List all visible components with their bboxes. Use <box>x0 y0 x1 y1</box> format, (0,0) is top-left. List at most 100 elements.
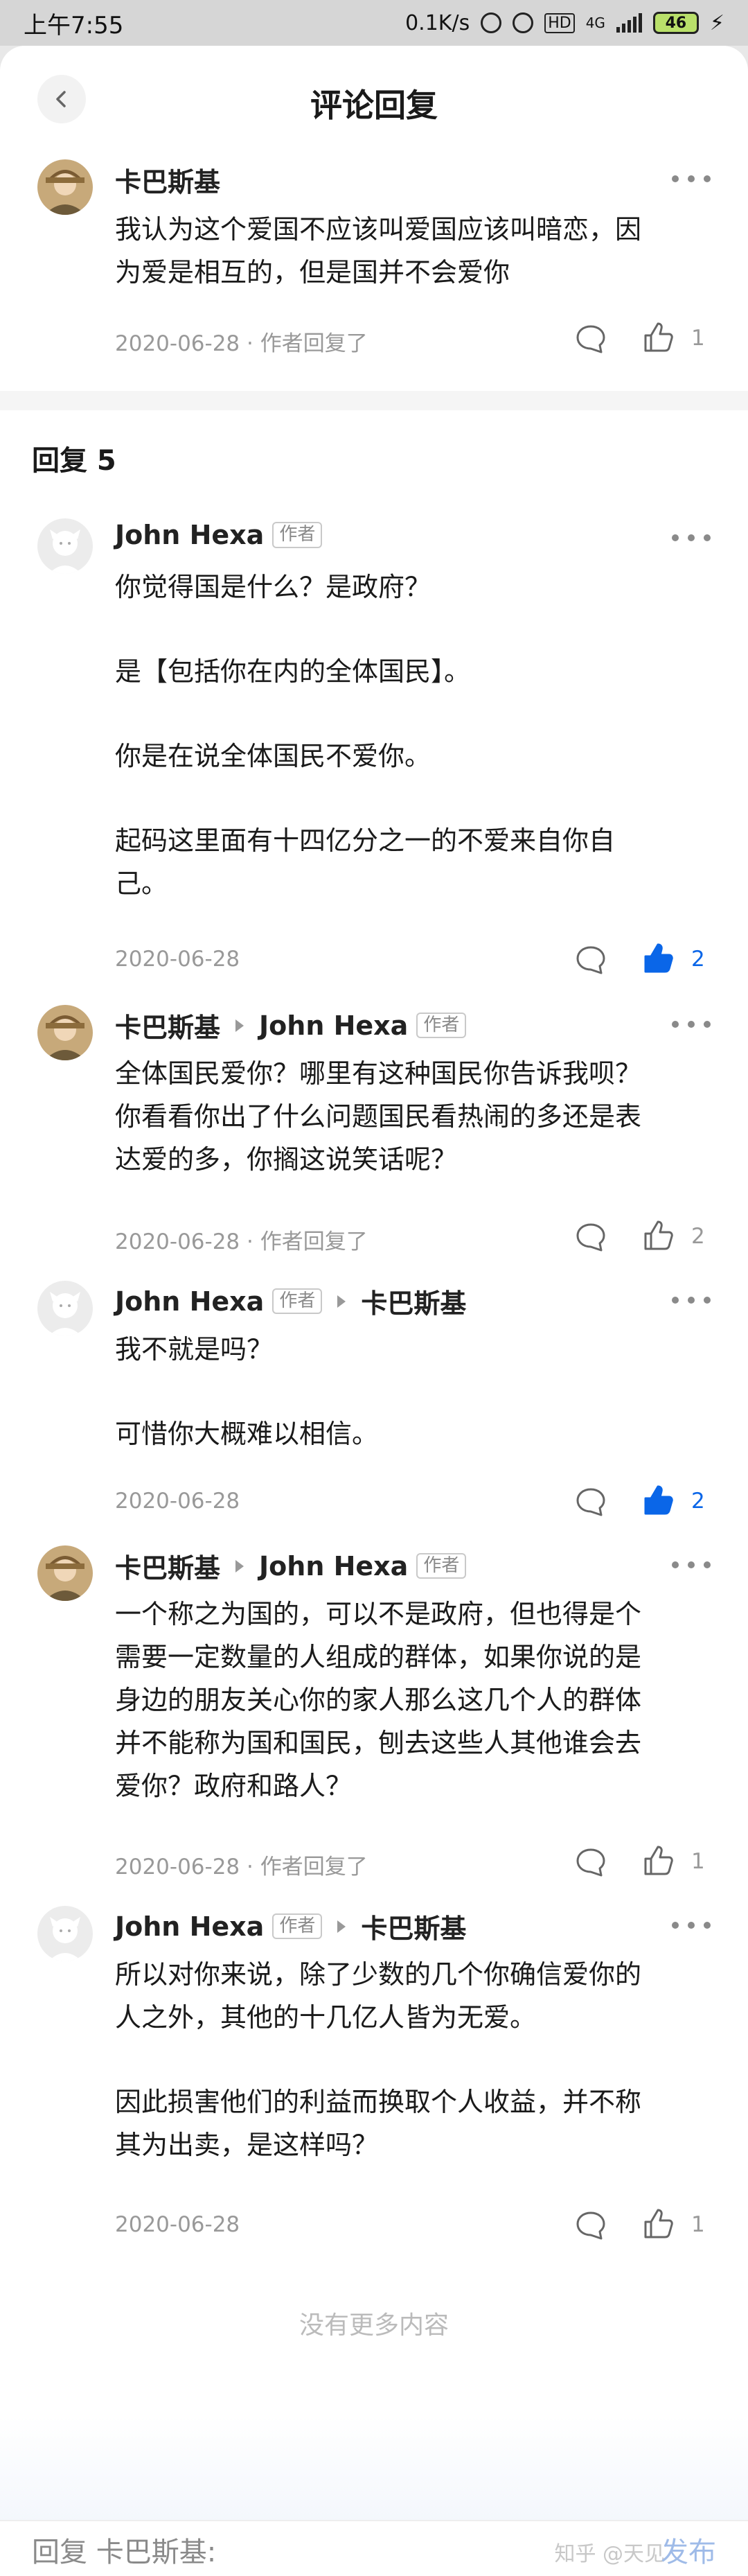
mute-icon <box>481 12 502 33</box>
reply-meta: 2020-06-28 · 作者回复了 <box>115 1855 368 1880</box>
reply-line: 一个称之为国的，可以不是政府，但也得是个 <box>115 1599 642 1629</box>
comment-author[interactable]: 卡巴斯基 <box>115 161 220 199</box>
reply-line: 你觉得国是什么？是政府？ <box>115 572 431 602</box>
reply-line: 身边的朋友关心你的家人那么这几个人的群体 <box>115 1685 642 1715</box>
more-options-button[interactable] <box>672 1293 711 1307</box>
comment-text: 我认为这个爱国不应该叫爱国应该叫暗恋，因 为爱是相互的，但是国并不会爱你 <box>115 208 697 294</box>
reply-line: 你是在说全体国民不爱你。 <box>115 741 431 771</box>
reply-to-name[interactable]: 卡巴斯基 <box>361 1907 466 1945</box>
more-options-button[interactable] <box>672 1558 711 1572</box>
reply-line: 其为出卖，是这样吗？ <box>115 2130 379 2160</box>
like-button[interactable] <box>641 1483 675 1516</box>
like-count: 1 <box>691 326 705 351</box>
reply-meta: 2020-06-28 <box>115 2212 240 2237</box>
no-more-content: 没有更多内容 <box>299 2311 449 2340</box>
author-name[interactable]: John Hexa <box>115 1911 264 1942</box>
reply-text: 全体国民爱你？哪里有这种国民你告诉我呗？ 你看看你出了什么问题国民看热闹的多还是… <box>115 1052 697 1181</box>
reply-button[interactable] <box>575 944 607 976</box>
like-button[interactable] <box>641 1843 675 1877</box>
reply-author[interactable]: 卡巴斯基 John Hexa 作者 <box>115 1006 467 1044</box>
more-options-button[interactable] <box>672 1017 711 1031</box>
reply-meta: 2020-06-28 <box>115 1489 240 1514</box>
reply-meta: 2020-06-28 <box>115 947 240 972</box>
reply-button[interactable] <box>575 1221 607 1253</box>
reply-line: 爱你？政府和路人？ <box>115 1771 353 1801</box>
replies-section-title: 回复 5 <box>32 445 116 477</box>
more-options-button[interactable] <box>672 172 711 186</box>
author-name[interactable]: 卡巴斯基 <box>115 1006 220 1044</box>
reply-meta: 2020-06-28 · 作者回复了 <box>115 1229 368 1254</box>
status-time: 上午7:55 <box>24 11 124 40</box>
author-badge: 作者 <box>272 522 323 548</box>
reply-line: 己。 <box>115 868 168 899</box>
author-badge: 作者 <box>416 1552 467 1579</box>
reply-line: 起码这里面有十四亿分之一的不爱来自你自 <box>115 825 616 856</box>
more-options-button[interactable] <box>672 531 711 545</box>
reply-to-name[interactable]: 卡巴斯基 <box>361 1282 466 1320</box>
send-button[interactable]: 发布 <box>661 2530 716 2570</box>
reply-to-arrow-icon <box>235 1019 244 1032</box>
reply-text: 我不就是吗？ 可惜你大概难以相信。 <box>115 1328 697 1455</box>
avatar[interactable] <box>37 1005 93 1060</box>
reply-line: 我不就是吗？ <box>115 1334 274 1365</box>
reply-button[interactable] <box>575 2209 607 2241</box>
avatar[interactable] <box>37 1545 93 1601</box>
alarm-icon <box>513 12 534 33</box>
charging-icon: ⚡ <box>709 10 724 35</box>
like-count: 1 <box>691 1849 705 1874</box>
author-name[interactable]: 卡巴斯基 <box>115 1547 220 1585</box>
avatar[interactable] <box>37 1906 93 1961</box>
reply-bar: 回复 卡巴斯基: 知乎 @天见 发布 <box>0 2520 748 2576</box>
reply-to-arrow-icon <box>337 1920 346 1933</box>
reply-line: 人之外，其他的十几亿人皆为无爱。 <box>115 2002 537 2033</box>
reply-line: 并不能称为国和国民，刨去这些人其他谁会去 <box>115 1728 642 1758</box>
avatar[interactable] <box>37 518 93 574</box>
reply-line: 所以对你来说，除了少数的几个你确信爱你的 <box>115 1959 642 1990</box>
avatar[interactable] <box>37 1281 93 1336</box>
reply-line <box>115 1371 697 1412</box>
reply-line <box>115 778 697 819</box>
reply-to-name[interactable]: John Hexa <box>259 1551 408 1581</box>
like-count: 2 <box>691 947 705 972</box>
like-count: 1 <box>691 2212 705 2237</box>
reply-input[interactable]: 回复 卡巴斯基: <box>32 2530 216 2570</box>
reply-button[interactable] <box>575 323 607 355</box>
reply-line <box>115 2039 697 2080</box>
like-button[interactable] <box>641 320 675 353</box>
network-type: 4G <box>585 15 605 31</box>
reply-line: 可惜你大概难以相信。 <box>115 1419 379 1449</box>
reply-text: 所以对你来说，除了少数的几个你确信爱你的 人之外，其他的十几亿人皆为无爱。 因此… <box>115 1953 697 2166</box>
reply-author[interactable]: John Hexa 作者 <box>115 520 323 550</box>
reply-to-name[interactable]: John Hexa <box>259 1010 408 1041</box>
author-name[interactable]: John Hexa <box>115 1286 264 1317</box>
author-name[interactable]: 卡巴斯基 <box>115 161 220 199</box>
more-options-button[interactable] <box>672 1918 711 1932</box>
reply-line <box>115 608 697 650</box>
author-badge: 作者 <box>272 1913 323 1940</box>
reply-to-arrow-icon <box>337 1295 346 1308</box>
reply-author[interactable]: John Hexa 作者 卡巴斯基 <box>115 1907 466 1945</box>
battery-level: 46 <box>665 14 687 32</box>
like-count: 2 <box>691 1489 705 1514</box>
reply-button[interactable] <box>575 1486 607 1518</box>
page-title: 评论回复 <box>310 87 438 124</box>
reply-line: 是【包括你在内的全体国民】。 <box>115 656 471 687</box>
author-badge: 作者 <box>416 1012 467 1039</box>
reply-author[interactable]: John Hexa 作者 卡巴斯基 <box>115 1282 466 1320</box>
comment-reply-sheet: 评论回复 卡巴斯基 我认为这个爱国不应该叫爱国应该叫暗恋，因 为爱是相互的，但是… <box>0 46 748 2576</box>
comment-line: 为爱是相互的，但是国并不会爱你 <box>115 257 510 288</box>
reply-author[interactable]: 卡巴斯基 John Hexa 作者 <box>115 1547 467 1585</box>
reply-line: 达爱的多，你搁这说笑话呢？ <box>115 1144 458 1175</box>
status-icons: 0.1K/s HD 4G 46 ⚡ <box>405 11 724 35</box>
author-badge: 作者 <box>272 1288 323 1315</box>
avatar[interactable] <box>37 159 93 215</box>
top-bar: 评论回复 <box>0 46 748 150</box>
signal-icon <box>616 13 642 33</box>
like-button[interactable] <box>641 941 675 974</box>
like-count: 2 <box>691 1224 705 1249</box>
like-button[interactable] <box>641 1218 675 1252</box>
author-name[interactable]: John Hexa <box>115 520 264 550</box>
reply-button[interactable] <box>575 1846 607 1878</box>
like-button[interactable] <box>641 2207 675 2240</box>
battery-icon: 46 <box>652 12 699 34</box>
